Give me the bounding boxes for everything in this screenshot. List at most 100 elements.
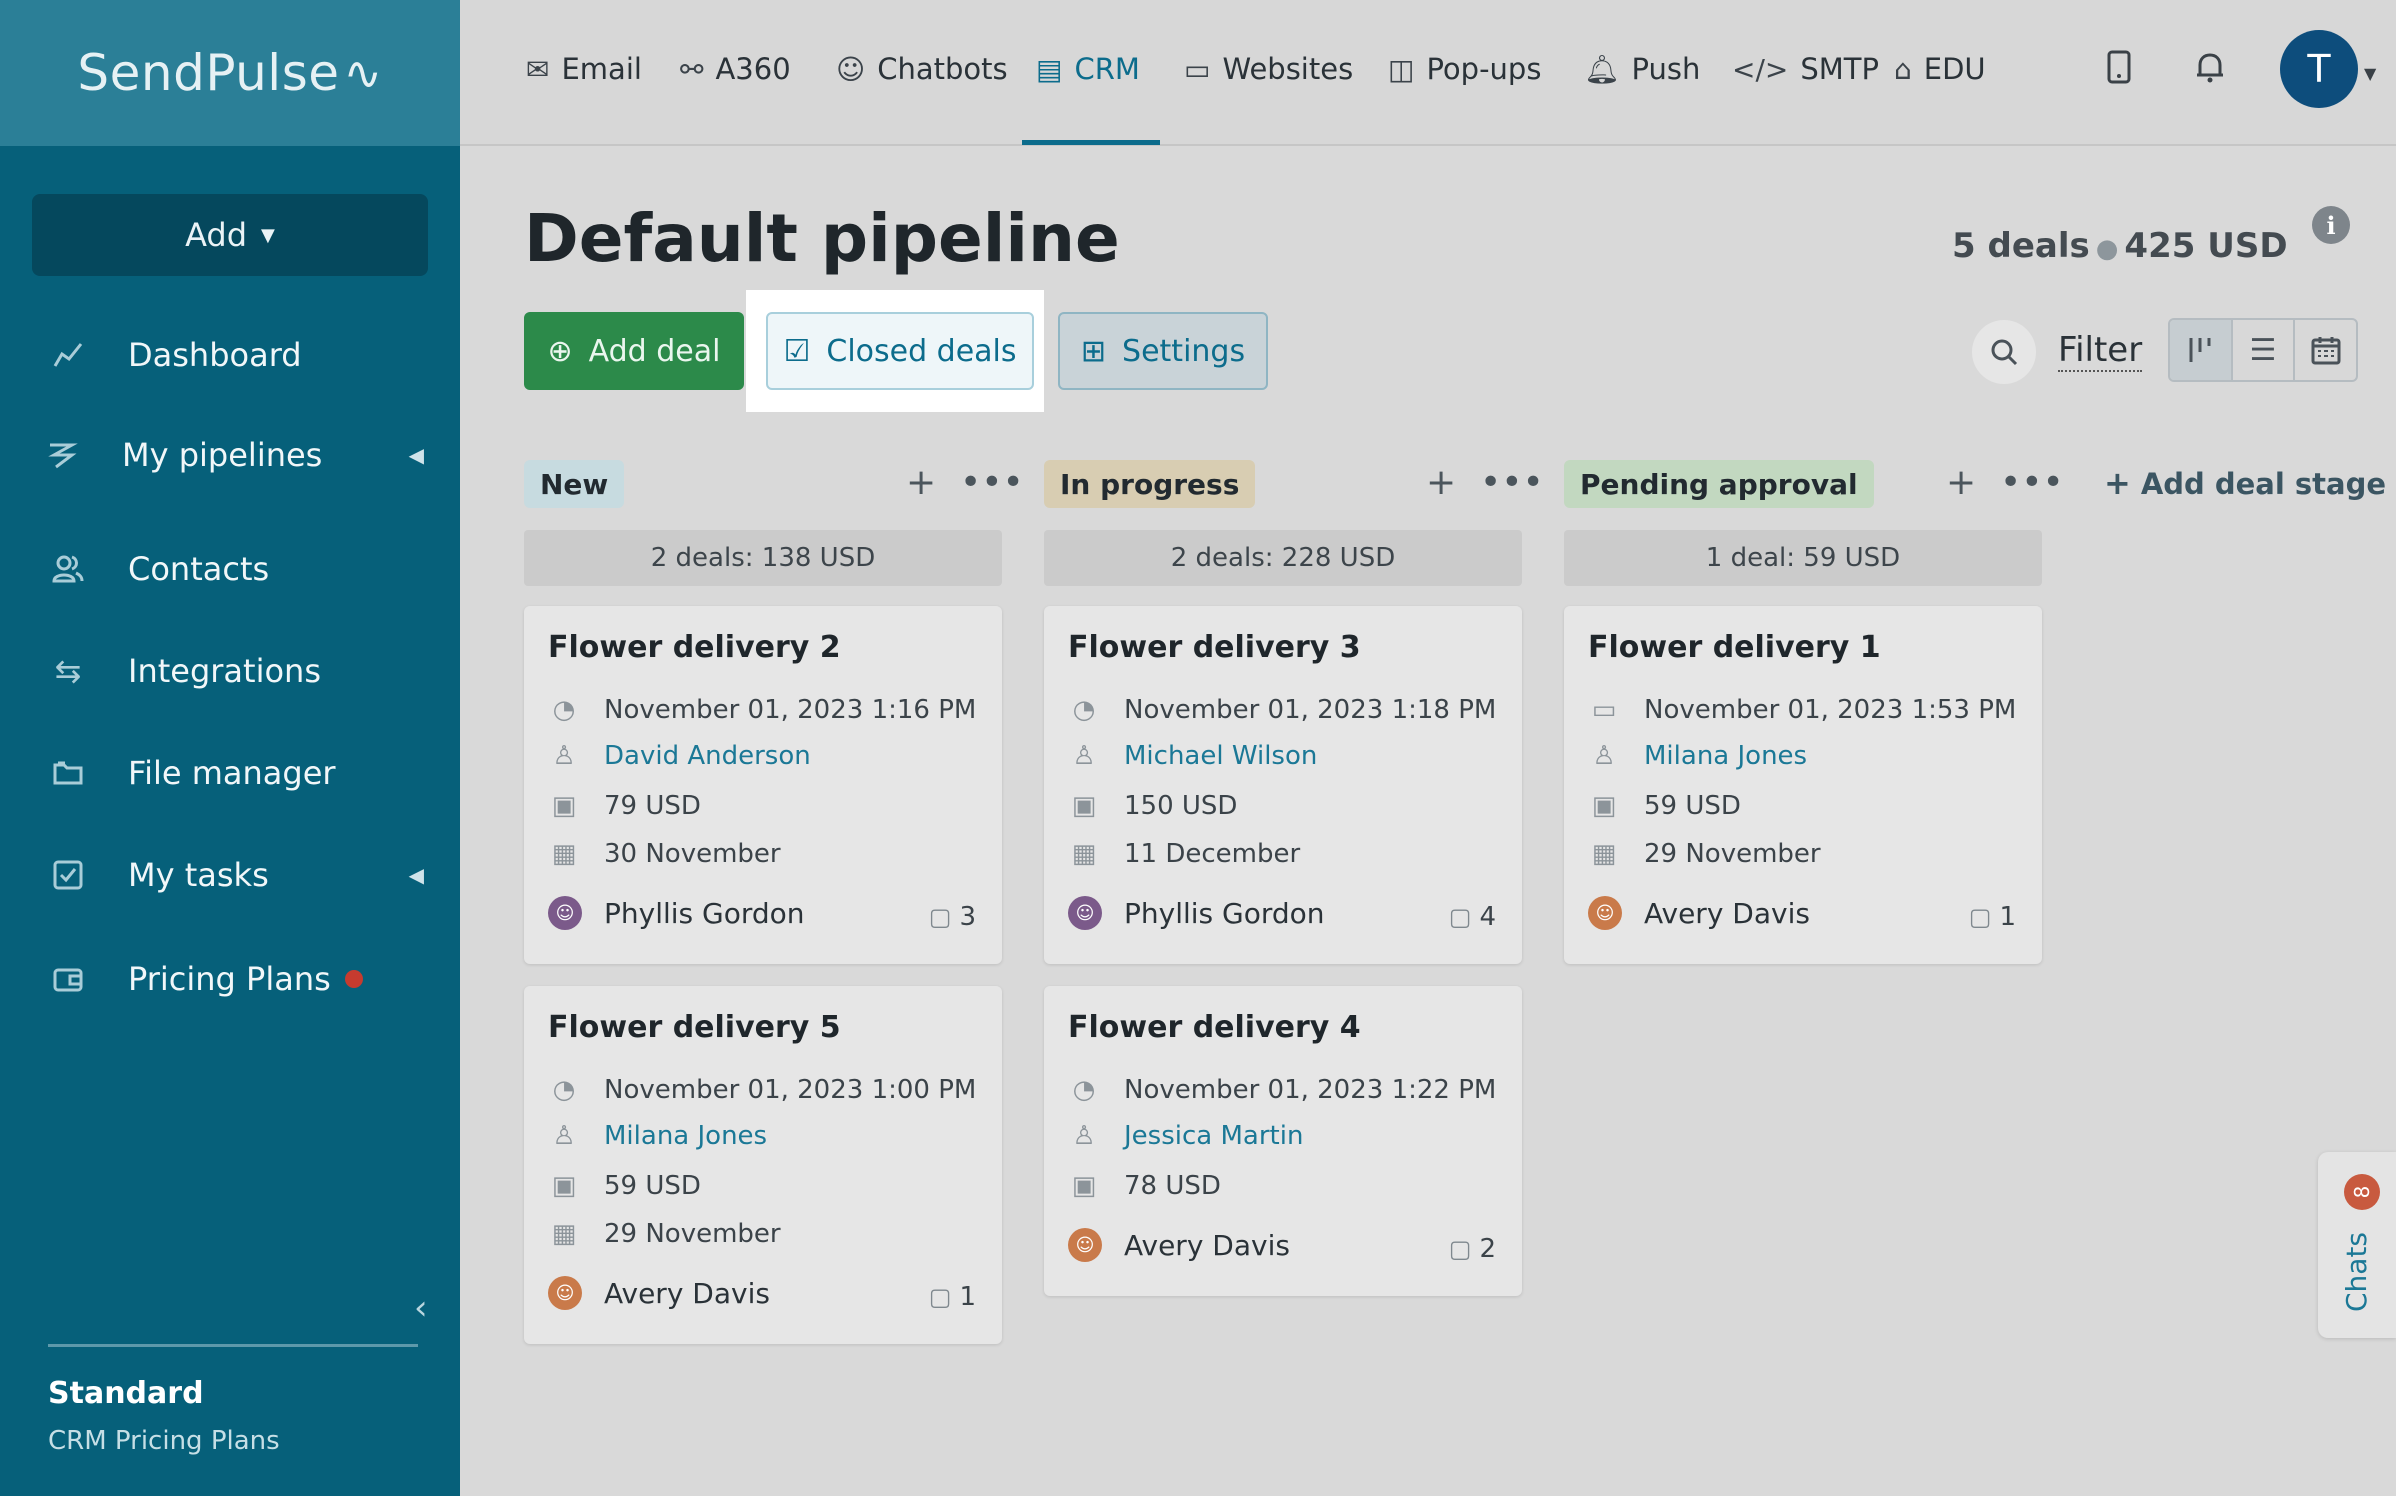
contact-link[interactable]: Jessica Martin: [1124, 1121, 1303, 1151]
sidebar-item-integrations[interactable]: ⇆ Integrations: [0, 636, 460, 706]
list-view-icon[interactable]: ☰: [2233, 320, 2296, 380]
deal-comments[interactable]: ▢ 1: [1969, 902, 2016, 932]
topnav-label: Push: [1631, 52, 1701, 86]
sidebar-item-file-manager[interactable]: File manager: [0, 738, 460, 808]
notification-dot: [344, 970, 363, 988]
owner-avatar: ☺: [1068, 1228, 1102, 1262]
deal-created: ◔ November 01, 2023 1:22 PM: [1068, 1070, 1497, 1110]
sidebar-item-label: Dashboard: [128, 336, 302, 374]
more-options-icon[interactable]: •••: [2000, 462, 2064, 503]
checkbox-icon: [50, 859, 86, 891]
deal-title[interactable]: Flower delivery 1: [1588, 630, 1881, 665]
stage-header-in-progress: In progress: [1044, 460, 1256, 508]
collapse-sidebar-icon[interactable]: ‹: [414, 1288, 428, 1328]
chats-tab[interactable]: 8 Chats: [2318, 1152, 2396, 1338]
deal-due-text: 11 December: [1124, 839, 1301, 869]
topnav-a360[interactable]: ⚯ A360: [680, 44, 791, 94]
deal-card[interactable]: Flower delivery 5 ◔ November 01, 2023 1:0…: [524, 986, 1002, 1344]
topnav-pop-ups[interactable]: ◫ Pop-ups: [1388, 44, 1541, 94]
active-tab-indicator: [1022, 140, 1160, 145]
settings-button[interactable]: ⊞ Settings: [1058, 312, 1268, 390]
info-icon[interactable]: i: [2312, 206, 2350, 244]
owner-name: Phyllis Gordon: [604, 896, 805, 930]
stage-summary: 2 deals: 138 USD: [524, 530, 1002, 586]
person-icon: ♙: [1072, 1121, 1096, 1151]
graduation-cap-icon: ⌂: [1894, 52, 1912, 86]
sidebar-item-my-pipelines[interactable]: My pipelines ◀: [0, 420, 460, 490]
calendar-icon: ▦: [1591, 839, 1617, 869]
sidebar-item-label: My tasks: [128, 856, 269, 894]
deal-title[interactable]: Flower delivery 3: [1068, 630, 1361, 665]
caret-down-icon: ▼: [261, 224, 275, 246]
topnav-websites[interactable]: ▭ Websites: [1184, 44, 1353, 94]
separator-dot: ●: [2095, 234, 2119, 264]
nodes-icon: ⚯: [680, 52, 704, 86]
deal-owner: ☺ Avery Davis: [548, 1276, 770, 1310]
mobile-icon[interactable]: [2106, 50, 2132, 92]
add-to-stage-icon[interactable]: +: [906, 462, 936, 503]
deal-comments[interactable]: ▢ 3: [929, 902, 976, 932]
closed-deals-button[interactable]: ☑ Closed deals: [766, 312, 1034, 390]
deal-title[interactable]: Flower delivery 2: [548, 630, 841, 665]
owner-name: Phyllis Gordon: [1124, 896, 1325, 930]
wallet-icon: ▣: [1591, 791, 1617, 821]
caret-down-icon[interactable]: ▼: [2364, 64, 2376, 83]
topnav-label: Chatbots: [877, 52, 1008, 86]
add-deal-stage-button[interactable]: + Add deal stage: [2104, 464, 2386, 502]
contact-link[interactable]: Michael Wilson: [1124, 741, 1317, 771]
contact-link[interactable]: Milana Jones: [1644, 741, 1807, 771]
notifications-bell-icon[interactable]: [2194, 50, 2226, 92]
add-to-stage-icon[interactable]: +: [1946, 462, 1976, 503]
topnav-edu[interactable]: ⌂ EDU: [1894, 44, 1986, 94]
calendar-view-icon[interactable]: [2295, 320, 2356, 380]
deal-card[interactable]: Flower delivery 4 ◔ November 01, 2023 1:2…: [1044, 986, 1522, 1296]
deal-comments[interactable]: ▢ 2: [1449, 1234, 1496, 1264]
add-to-stage-icon[interactable]: +: [1426, 462, 1456, 503]
topnav-smtp[interactable]: </> SMTP: [1732, 44, 1879, 94]
deal-created-text: November 01, 2023 1:00 PM: [604, 1075, 977, 1105]
kanban-view-icon[interactable]: [2170, 320, 2233, 380]
add-stage-label: Add deal stage: [2140, 467, 2387, 501]
deal-card[interactable]: Flower delivery 1 ▭ November 01, 2023 1:5…: [1564, 606, 2042, 964]
stage-label[interactable]: New: [524, 460, 625, 508]
stage-label[interactable]: Pending approval: [1564, 460, 1874, 508]
sidebar-item-my-tasks[interactable]: My tasks ◀: [0, 840, 460, 910]
topnav-crm[interactable]: ▤ CRM: [1036, 44, 1140, 94]
topnav-push[interactable]: 🔔︎ Push: [1584, 44, 1700, 94]
settings-label: Settings: [1122, 333, 1246, 369]
deal-amount-text: 59 USD: [1644, 791, 1741, 821]
deal-title[interactable]: Flower delivery 4: [1068, 1010, 1361, 1045]
deal-comments[interactable]: ▢ 1: [929, 1282, 976, 1312]
add-button[interactable]: Add ▼: [32, 194, 428, 276]
person-icon: ♙: [1072, 741, 1096, 771]
add-deal-button[interactable]: ⊕ Add deal: [524, 312, 744, 390]
sidebar-item-pricing-plans[interactable]: Pricing Plans: [0, 944, 460, 1014]
more-options-icon[interactable]: •••: [1480, 462, 1544, 503]
plan-title[interactable]: Standard: [48, 1376, 204, 1411]
sendpulse-logo[interactable]: SendPulse ∿: [0, 0, 460, 146]
deal-comments[interactable]: ▢ 4: [1449, 902, 1496, 932]
deal-title[interactable]: Flower delivery 5: [548, 1010, 841, 1045]
deal-card[interactable]: Flower delivery 2 ◔ November 01, 2023 1:1…: [524, 606, 1002, 964]
user-avatar[interactable]: T: [2280, 30, 2358, 108]
owner-name: Avery Davis: [604, 1276, 770, 1310]
deal-due: ▦ 29 November: [548, 1214, 781, 1254]
contact-link[interactable]: Milana Jones: [604, 1121, 767, 1151]
stage-label[interactable]: In progress: [1044, 460, 1256, 508]
search-icon[interactable]: [1972, 320, 2036, 384]
topnav-email[interactable]: ✉ Email: [526, 44, 642, 94]
website-icon: ▭: [1184, 52, 1211, 86]
sidebar-item-contacts[interactable]: Contacts: [0, 534, 460, 604]
filter-link[interactable]: Filter: [2058, 330, 2143, 372]
plan-subtitle[interactable]: CRM Pricing Plans: [48, 1426, 280, 1456]
more-options-icon[interactable]: •••: [960, 462, 1024, 503]
plus-icon: +: [2104, 464, 2131, 502]
sidebar-item-dashboard[interactable]: Dashboard: [0, 320, 460, 390]
popup-icon: ◫: [1388, 52, 1415, 86]
topnav-chatbots[interactable]: ☺ Chatbots: [836, 44, 1008, 94]
deal-due: ▦ 30 November: [548, 834, 781, 874]
contact-link[interactable]: David Anderson: [604, 741, 811, 771]
topnav-label: Email: [561, 52, 642, 86]
deal-contact: ♙ Milana Jones: [1588, 736, 1807, 776]
deal-card[interactable]: Flower delivery 3 ◔ November 01, 2023 1:1…: [1044, 606, 1522, 964]
